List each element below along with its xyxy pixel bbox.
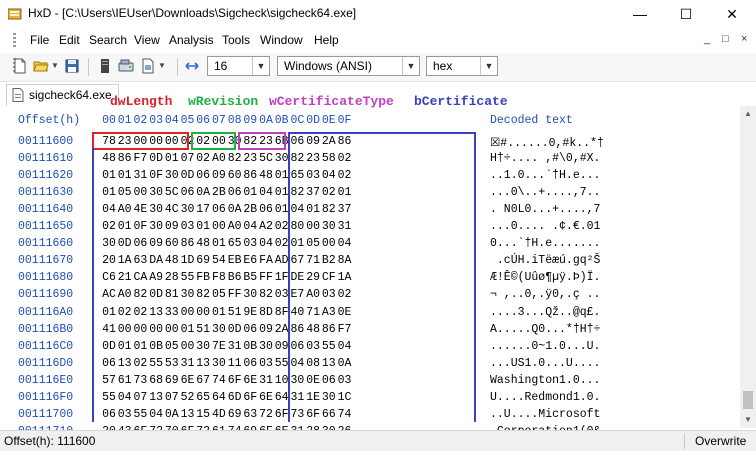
bytes-per-row-select[interactable]: 16 ▼ (207, 56, 270, 76)
scrollbar-thumb[interactable] (743, 391, 753, 409)
row-offset: 00111630 (18, 186, 74, 200)
title-bar: HxD - [C:\Users\IEUser\Downloads\Sigchec… (0, 0, 756, 28)
open-dropdown-arrow-icon[interactable]: ▼ (51, 61, 59, 70)
save-icon[interactable] (64, 58, 80, 74)
minimize-button[interactable]: — (617, 0, 663, 28)
chevron-down-icon[interactable]: ▼ (402, 57, 419, 75)
row-offset: 00111650 (18, 220, 74, 234)
scroll-up-icon[interactable]: ▲ (740, 106, 756, 120)
status-mode: Overwrite (695, 434, 747, 448)
row-offset: 001116F0 (18, 390, 74, 404)
annotation-wcertificatetype: wCertificateType (269, 94, 394, 109)
row-offset: 001116C0 (18, 339, 74, 353)
decoded-text[interactable]: . N0L0...+....,7 (490, 203, 600, 216)
open-folder-icon[interactable] (33, 58, 49, 74)
decoded-text[interactable]: ..U....Microsoft (490, 408, 600, 421)
row-offset: 00111690 (18, 288, 74, 302)
charset-select[interactable]: Windows (ANSI) ▼ (277, 56, 420, 76)
decoded-text[interactable]: ..1.0...`†H.e... (490, 169, 600, 182)
vertical-scrollbar[interactable]: ▲ ▼ (740, 106, 756, 428)
ram-editor-icon[interactable] (97, 58, 113, 74)
row-offset: 00111600 (18, 135, 74, 148)
decoded-text[interactable]: .cÚH.iTëæú.gq²Š (490, 254, 601, 267)
mdi-restore-button[interactable]: □ (722, 33, 729, 45)
row-offset: 001116B0 (18, 322, 74, 336)
decoded-text[interactable]: H†÷.... ,#\0,#X. (490, 152, 600, 165)
offset-base-value: hex (433, 59, 453, 73)
status-bar: Offset(h): 111600 Overwrite (0, 430, 756, 451)
menu-view[interactable]: View (134, 33, 160, 47)
bytes-per-row-icon (185, 62, 199, 70)
decoded-text[interactable]: 0...`†H.e....... (490, 237, 600, 250)
decoded-text[interactable]: U....Redmond1.0. (490, 391, 600, 404)
decoded-text[interactable]: ...0\..+....,7.. (490, 186, 600, 199)
menu-search[interactable]: Search (89, 33, 127, 47)
mdi-close-button[interactable]: × (741, 33, 747, 45)
decoded-text[interactable]: ☒#......0,#k..*† (490, 135, 604, 150)
annotation-wrevision: wRevision (188, 94, 259, 109)
hxd-app-icon (8, 8, 22, 20)
scroll-down-icon[interactable]: ▼ (740, 412, 756, 426)
mdi-minimize-button[interactable]: _ (704, 33, 710, 45)
new-file-icon[interactable] (12, 58, 28, 74)
row-offset: 00111660 (18, 237, 74, 251)
menu-bar: File Edit Search View Analysis Tools Win… (0, 30, 756, 52)
row-offset: 001116E0 (18, 373, 74, 387)
window-title: HxD - [C:\Users\IEUser\Downloads\Sigchec… (28, 6, 357, 20)
decoded-text[interactable]: ...US1.0...U.... (490, 357, 600, 370)
row-offset: 00111700 (18, 407, 74, 421)
maximize-button[interactable]: ☐ (663, 0, 709, 28)
menu-grip (13, 33, 16, 49)
chevron-down-icon[interactable]: ▼ (480, 57, 497, 75)
row-offset: 001116A0 (18, 305, 74, 319)
row-offset: 00111610 (18, 152, 74, 166)
decoded-text[interactable]: ...0.... .¢.€.01 (490, 220, 600, 233)
menu-analysis[interactable]: Analysis (169, 33, 214, 47)
charset-value: Windows (ANSI) (284, 59, 373, 73)
offset-base-select[interactable]: hex ▼ (426, 56, 498, 76)
bcertificate-highlight-top (288, 132, 476, 422)
decoded-text[interactable]: ......0~1.0...U. (490, 340, 600, 353)
offset-column-header: Offset(h) (18, 114, 81, 127)
annotation-bcertificate: bCertificate (414, 94, 508, 109)
tools-dropdown-arrow-icon[interactable]: ▼ (158, 61, 166, 70)
row-offset: 00111640 (18, 203, 74, 217)
chevron-down-icon[interactable]: ▼ (252, 57, 269, 75)
file-tools-icon[interactable] (140, 58, 156, 74)
decoded-text[interactable]: ....3...Qž..@q£. (490, 306, 600, 319)
row-offset: 00111670 (18, 254, 74, 268)
decoded-text[interactable]: Washington1.0... (490, 374, 600, 387)
bcertificate-highlight-left (92, 148, 290, 422)
decoded-text[interactable]: ¬ ,..0,.ÿ0,.ç .. (490, 288, 600, 301)
annotation-dwlength: dwLength (110, 94, 173, 109)
tab-label: sigcheck64.exe (29, 88, 112, 102)
row-offset: 00111680 (18, 271, 74, 285)
column-header-0f: 0F (337, 114, 352, 127)
menu-file[interactable]: File (30, 33, 49, 47)
row-offset: 00111620 (18, 169, 74, 183)
menu-window[interactable]: Window (260, 33, 303, 47)
decoded-text-header: Decoded text (490, 114, 573, 127)
decoded-text[interactable]: A.....Q0...*†H†÷ (490, 323, 600, 336)
tab-sigcheck64[interactable]: sigcheck64.exe (6, 84, 119, 106)
decoded-text[interactable]: Æ!Ê©(Uûø¶µÿ.Þ)Ï. (490, 271, 600, 284)
menu-help[interactable]: Help (314, 33, 339, 47)
hex-editor[interactable]: dwLength wRevision wCertificateType bCer… (0, 94, 740, 438)
file-icon (12, 88, 24, 102)
close-button[interactable]: ✕ (709, 0, 755, 28)
menu-tools[interactable]: Tools (222, 33, 250, 47)
status-offset: Offset(h): 111600 (4, 434, 96, 448)
menu-edit[interactable]: Edit (59, 33, 80, 47)
row-offset: 001116D0 (18, 356, 74, 370)
toolbar: ▼ ▼ 16 ▼ Windows (ANSI) ▼ hex ▼ (0, 53, 756, 82)
bytes-per-row-value: 16 (214, 59, 228, 73)
disk-editor-icon[interactable] (118, 58, 134, 74)
